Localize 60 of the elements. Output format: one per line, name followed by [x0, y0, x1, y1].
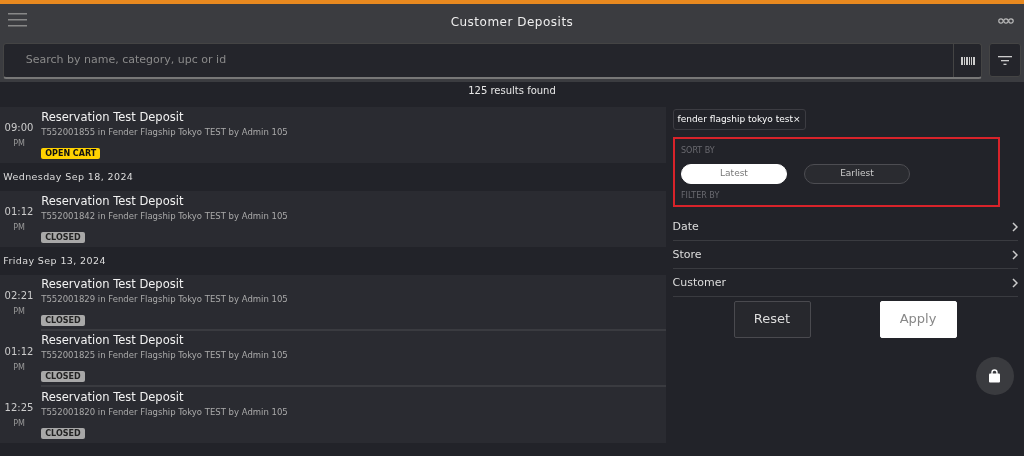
- filter-icon: [997, 55, 1012, 65]
- deposit-detail: T552001820 in Fender Flagship Tokyo TEST by Admin 105: [41, 405, 289, 419]
- time-text: 02:21: [4, 288, 34, 303]
- apply-button[interactable]: Apply: [879, 300, 957, 338]
- chevron-right-icon: [1011, 249, 1018, 260]
- search-field[interactable]: Search by name, category, upc or id: [3, 43, 983, 79]
- deposit-row[interactable]: 12:25 PM Reservation Test Deposit T552001820 in Fender Flagship Tokyo TEST by Admin 105 CLOSED: [0, 387, 666, 443]
- status-badge: CLOSED: [41, 231, 85, 243]
- results-count: 125 results found: [467, 84, 557, 98]
- deposit-title: Reservation Test Deposit: [41, 192, 185, 210]
- status-badge: CLOSED: [41, 314, 85, 326]
- chip-label: fender flagship tokyo test: [677, 112, 793, 126]
- sort-option[interactable]: Earliest: [804, 163, 910, 184]
- deposit-title: Reservation Test Deposit: [41, 331, 185, 349]
- filter-row[interactable]: Customer: [672, 269, 1018, 298]
- status-badge: CLOSED: [41, 370, 85, 382]
- filter-row[interactable]: Store: [672, 241, 1018, 270]
- menu-icon[interactable]: [8, 13, 27, 27]
- cart-button[interactable]: [975, 357, 1014, 395]
- time-text: 12:25: [4, 400, 34, 415]
- shopping-bag-icon: [988, 369, 1001, 383]
- time-text: 01:12: [4, 204, 34, 219]
- section-label: SORT BY: [681, 145, 716, 158]
- date-header: Wednesday Sep 18, 2024: [3, 169, 134, 184]
- section-label: FILTER BY: [681, 190, 721, 203]
- chevron-right-icon: [1011, 277, 1018, 288]
- sort-option[interactable]: Latest: [681, 163, 787, 184]
- deposit-row[interactable]: 09:00 PM Reservation Test Deposit T552001855 in Fender Flagship Tokyo TEST by Admin 105 OPEN CART: [0, 107, 666, 163]
- deposit-title: Reservation Test Deposit: [41, 275, 185, 293]
- deposit-detail: T552001825 in Fender Flagship Tokyo TEST by Admin 105: [41, 348, 289, 362]
- filter-label: Date: [672, 218, 699, 235]
- filter-button[interactable]: [988, 43, 1021, 77]
- deposit-detail: T552001829 in Fender Flagship Tokyo TEST by Admin 105: [41, 292, 289, 306]
- time-text: 01:12: [4, 344, 34, 359]
- deposit-title: Reservation Test Deposit: [41, 388, 185, 406]
- filter-label: Customer: [672, 274, 726, 291]
- page-title: Customer Deposits: [450, 14, 574, 31]
- reset-button[interactable]: Reset: [733, 300, 811, 338]
- deposit-row[interactable]: 01:12 PM Reservation Test Deposit T552001842 in Fender Flagship Tokyo TEST by Admin 105 CLOSED: [0, 191, 666, 247]
- time-period: PM: [13, 138, 25, 151]
- deposit-detail: T552001842 in Fender Flagship Tokyo TEST by Admin 105: [41, 209, 289, 223]
- deposit-row[interactable]: 01:12 PM Reservation Test Deposit T552001825 in Fender Flagship Tokyo TEST by Admin 105 CLOSED: [0, 331, 666, 387]
- chevron-right-icon: [1011, 221, 1018, 232]
- date-header: Friday Sep 13, 2024: [3, 253, 106, 268]
- remove-icon[interactable]: ×: [793, 112, 801, 127]
- deposit-detail: T552001855 in Fender Flagship Tokyo TEST by Admin 105: [41, 125, 289, 139]
- barcode-icon[interactable]: [960, 56, 975, 65]
- status-badge: OPEN CART: [41, 147, 101, 159]
- time-text: 09:00: [4, 120, 34, 135]
- status-badge: CLOSED: [41, 427, 85, 439]
- time-period: PM: [13, 306, 25, 319]
- filter-row[interactable]: Date: [672, 213, 1018, 242]
- deposit-row[interactable]: 02:21 PM Reservation Test Deposit T552001829 in Fender Flagship Tokyo TEST by Admin 105 CLOSED: [0, 275, 666, 331]
- time-period: PM: [13, 418, 25, 431]
- time-period: PM: [13, 222, 25, 235]
- more-icon[interactable]: [998, 18, 1014, 24]
- search-input[interactable]: Search by name, category, upc or id: [23, 51, 954, 70]
- deposit-title: Reservation Test Deposit: [41, 108, 185, 126]
- filter-label: Store: [672, 246, 702, 263]
- time-period: PM: [13, 362, 25, 375]
